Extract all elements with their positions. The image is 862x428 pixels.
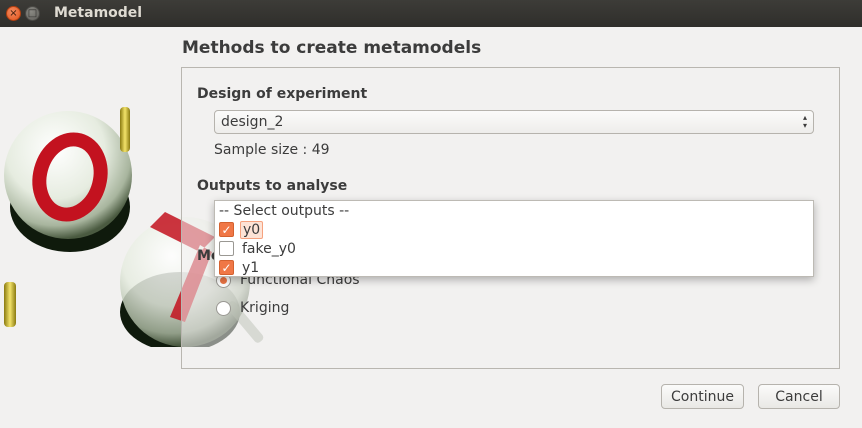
checkbox-y1[interactable]: ✓ [219, 260, 234, 275]
outputs-placeholder[interactable]: -- Select outputs -- [219, 203, 349, 219]
checkbox-y0[interactable]: ✓ [219, 222, 234, 237]
page-title: Methods to create metamodels [182, 38, 482, 58]
outputs-dropdown-popup: -- Select outputs -- ✓ y0 fake_y0 ✓ y1 [214, 200, 814, 277]
close-icon: × [9, 7, 18, 19]
combobox-arrows-icon: ▴ ▾ [802, 113, 807, 130]
maximize-icon: □ [27, 7, 38, 19]
check-icon: ✓ [221, 260, 232, 275]
sample-size-label: Sample size : 49 [214, 142, 330, 158]
output-item-fake-y0[interactable]: fake_y0 [219, 239, 298, 258]
output-label-y1: y1 [242, 259, 260, 276]
window-title: Metamodel [54, 5, 143, 21]
outputs-section-label: Outputs to analyse [197, 178, 348, 194]
rod [120, 107, 130, 152]
output-item-y1[interactable]: ✓ y1 [219, 258, 261, 277]
check-icon: ✓ [221, 222, 232, 237]
output-label-y0: y0 [240, 220, 264, 239]
design-selected-value: design_2 [221, 114, 284, 130]
cancel-button[interactable]: Cancel [758, 384, 840, 409]
continue-button[interactable]: Continue [661, 384, 744, 409]
output-label-fake-y0: fake_y0 [242, 240, 296, 257]
window-titlebar: × □ Metamodel [0, 0, 862, 27]
radio-label-kriging: Kriging [240, 300, 290, 316]
maximize-window-button[interactable]: □ [25, 6, 40, 21]
close-window-button[interactable]: × [6, 6, 21, 21]
radio-kriging[interactable] [216, 301, 231, 316]
checkbox-fake-y0[interactable] [219, 241, 234, 256]
rod [4, 282, 16, 327]
design-combobox[interactable]: design_2 ▴ ▾ [214, 110, 814, 134]
output-item-y0[interactable]: ✓ y0 [219, 220, 264, 239]
design-section-label: Design of experiment [197, 86, 368, 102]
